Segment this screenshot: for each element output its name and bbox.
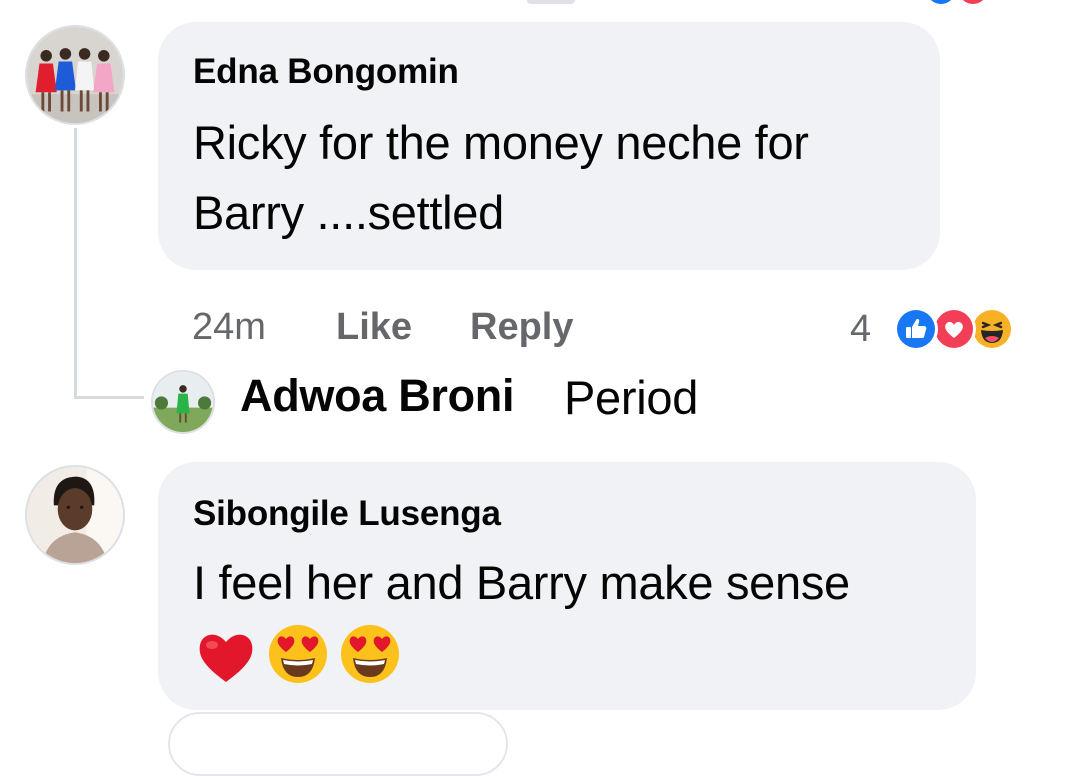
avatar[interactable] [151,370,215,434]
like-button[interactable]: Like [336,306,412,349]
comment-text-line: Ricky for the money neche for [193,116,809,169]
avatar-image [27,467,123,563]
comment-bubble[interactable]: Sibongile Lusenga I feel her and Barry m… [158,462,976,710]
avatar[interactable] [25,465,125,565]
reply-button[interactable]: Reply [470,306,573,349]
previous-comment-edge [527,0,575,4]
avatar-image [27,27,123,123]
comment-bubble[interactable]: Edna Bongomin Ricky for the money neche … [158,22,940,270]
comment-author[interactable]: Edna Bongomin [193,52,459,92]
reaction-count[interactable]: 4 [850,308,871,351]
comment-text-line: I feel her and Barry make sense [193,556,850,609]
heart-eyes-emoji [338,622,402,686]
next-element-edge [168,712,508,776]
haha-icon[interactable] [970,307,1014,351]
comment-timestamp[interactable]: 24m [192,306,266,349]
comment-text-line: Barry ....settled [193,186,504,239]
comment-author[interactable]: Sibongile Lusenga [193,494,501,534]
previous-like-reaction-icon [928,0,954,4]
thread-line-vertical [74,128,77,398]
avatar[interactable] [25,25,125,125]
avatar-image [153,372,213,432]
heart-eyes-emoji [266,622,330,686]
reply-text: Period [564,371,699,424]
reply-author[interactable]: Adwoa Broni [240,370,515,422]
love-icon[interactable] [932,307,976,351]
thread-line-horizontal [74,396,144,399]
previous-love-reaction-icon [960,0,986,4]
red-heart-emoji [194,624,258,688]
like-icon[interactable] [894,307,938,351]
